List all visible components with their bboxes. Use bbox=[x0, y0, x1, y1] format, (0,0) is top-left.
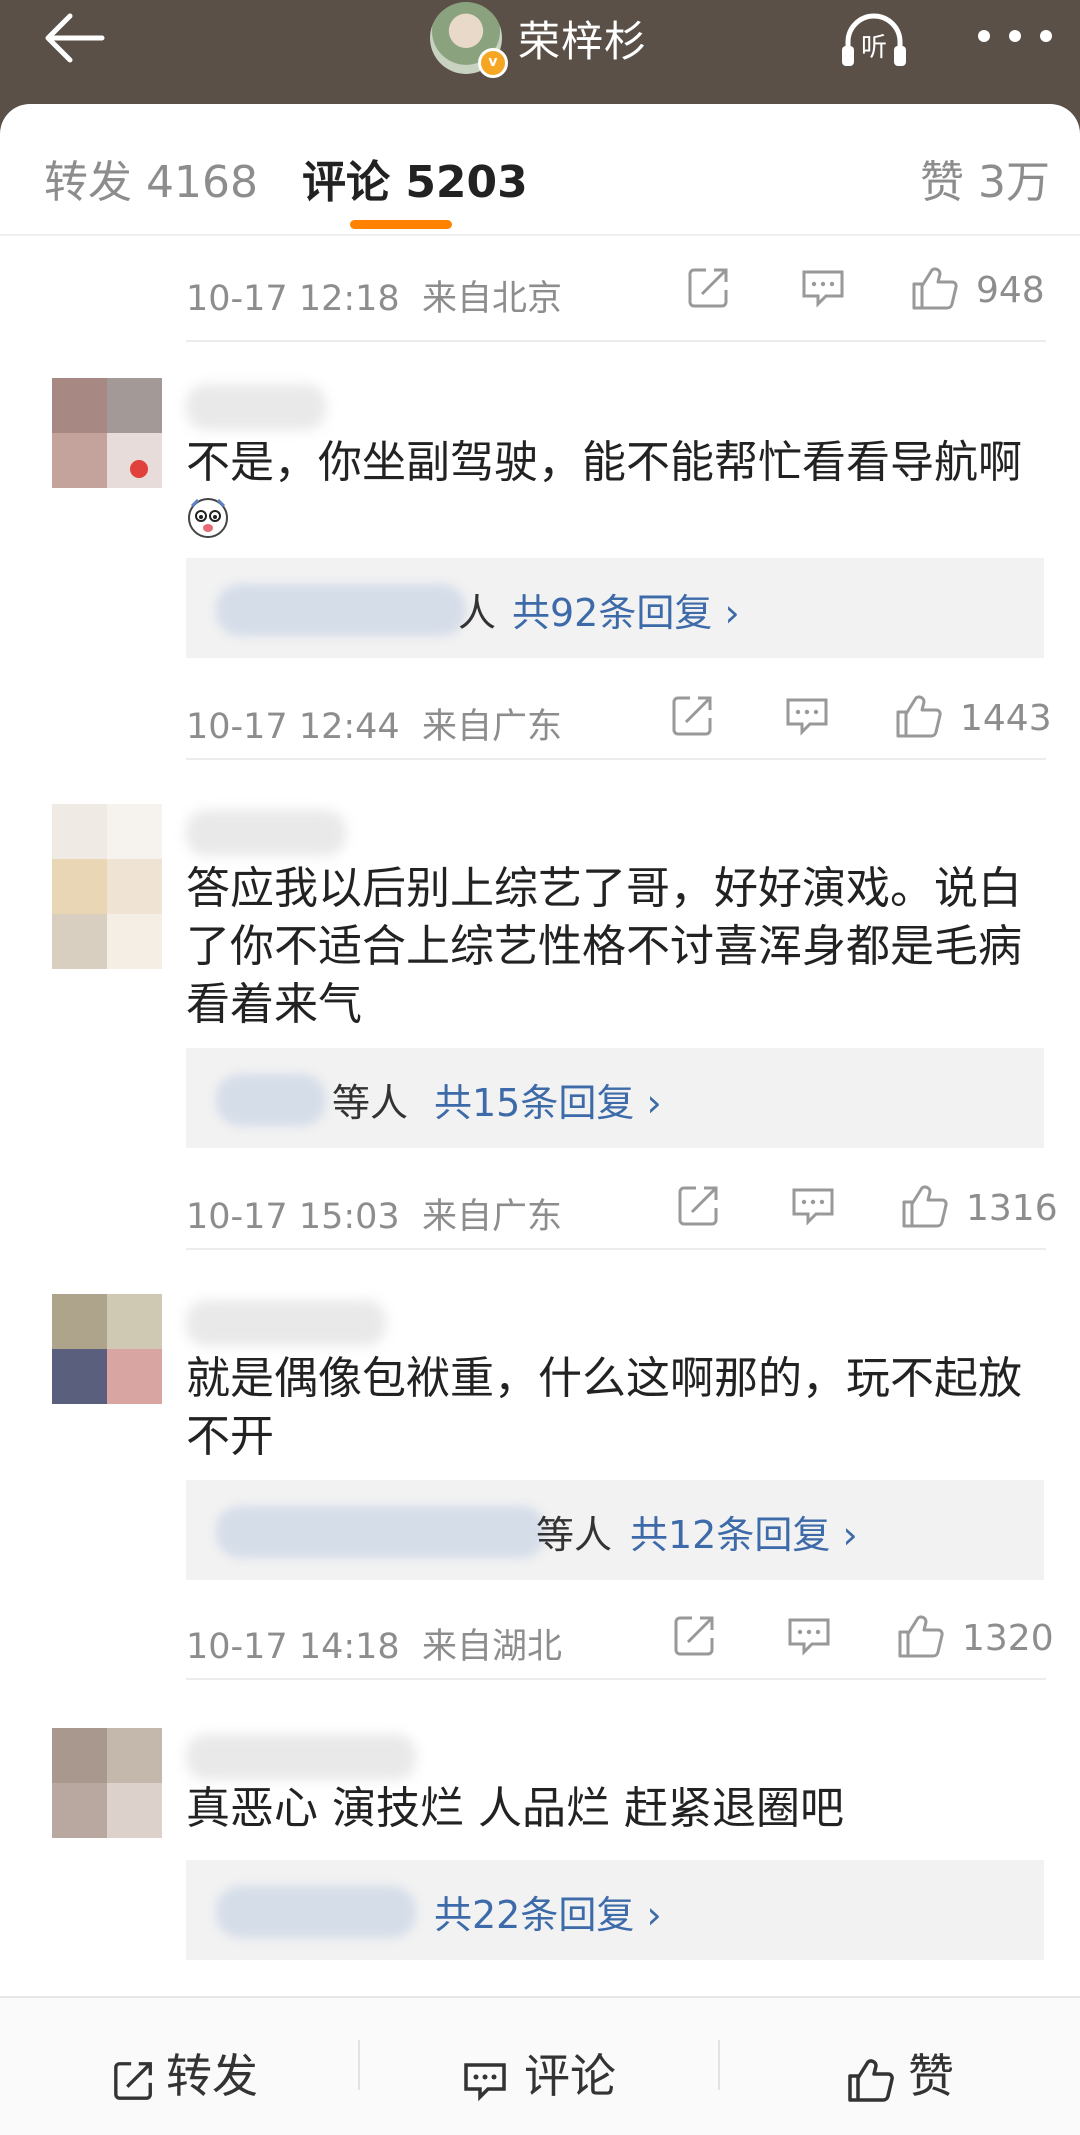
like-action[interactable]: 赞 bbox=[846, 2040, 954, 2106]
divider bbox=[186, 1678, 1046, 1680]
comment-location: 来自广东 bbox=[421, 707, 562, 747]
comment-text: 不是，你坐副驾驶，能不能帮忙看看导航啊 bbox=[186, 437, 1022, 488]
comment-time: 10-17 15:03 bbox=[186, 1197, 400, 1237]
reply-count-text: 共92条回复 bbox=[512, 591, 713, 635]
listen-label: 听 bbox=[861, 33, 887, 63]
comment-meta: 10-17 14:18 来自湖北 bbox=[186, 1618, 562, 1669]
comment-icon[interactable] bbox=[800, 264, 846, 310]
reply-preview[interactable]: 共22条回复 › bbox=[186, 1860, 1044, 1960]
comment-meta: 10-17 12:44 来自广东 bbox=[186, 698, 562, 749]
repost-icon bbox=[114, 2061, 152, 2100]
reply-suffix: 等人 bbox=[332, 1081, 409, 1125]
commenter-name[interactable] bbox=[186, 1300, 386, 1346]
divider bbox=[186, 1248, 1046, 1250]
top-bar: v 荣梓杉 听 bbox=[0, 0, 1080, 110]
reply-preview[interactable]: 等人 共12条回复 › bbox=[186, 1480, 1044, 1580]
like-icon bbox=[848, 2058, 894, 2102]
reply-preview[interactable]: 人 共92条回复 › bbox=[186, 558, 1044, 658]
separator bbox=[718, 2040, 720, 2090]
like-count: 948 bbox=[976, 270, 1045, 311]
reply-names-blurred bbox=[216, 584, 466, 636]
reply-preview[interactable]: 等人 共15条回复 › bbox=[186, 1048, 1044, 1148]
comment-icon bbox=[464, 2062, 506, 2101]
like-icon[interactable] bbox=[896, 1612, 944, 1660]
reply-count-text: 共22条回复 bbox=[434, 1893, 635, 1937]
comment-location: 来自湖北 bbox=[421, 1627, 562, 1667]
comment-icon[interactable] bbox=[790, 1182, 836, 1228]
tab-comments[interactable]: 评论 5203 bbox=[302, 146, 528, 210]
comment-text: 答应我以后别上综艺了哥，好好演戏。说白了你不适合上综艺性格不讨喜浑身都是毛病看着… bbox=[186, 863, 1022, 1030]
comments-panel: 转发 4168 评论 5203 赞 3万 10-17 12:18 来自北京 94… bbox=[0, 104, 1080, 2133]
more-dots-icon[interactable] bbox=[970, 14, 1060, 58]
tab-repost[interactable]: 转发 4168 bbox=[44, 146, 258, 210]
reply-names-blurred bbox=[216, 1886, 416, 1938]
comment-meta: 10-17 12:18 来自北京 bbox=[186, 270, 562, 321]
like-count: 1316 bbox=[966, 1188, 1058, 1229]
tab-bar: 转发 4168 评论 5203 赞 3万 bbox=[0, 104, 1080, 236]
listen-headphone-icon[interactable]: 听 bbox=[838, 10, 910, 70]
like-icon[interactable] bbox=[910, 264, 958, 312]
like-icon[interactable] bbox=[894, 692, 942, 740]
comment-label: 评论 bbox=[524, 2049, 616, 2103]
like-icon[interactable] bbox=[900, 1182, 948, 1230]
commenter-avatar[interactable] bbox=[52, 1728, 162, 1838]
bottom-action-bar: 转发 评论 赞 bbox=[0, 1996, 1080, 2135]
comment-time: 10-17 12:18 bbox=[186, 279, 400, 319]
share-icon[interactable] bbox=[686, 264, 732, 310]
reply-suffix: 等人 bbox=[536, 1513, 613, 1557]
user-badge-icon bbox=[130, 460, 148, 478]
commenter-avatar[interactable] bbox=[52, 804, 162, 914]
like-count: 1443 bbox=[960, 698, 1052, 739]
repost-action[interactable]: 转发 bbox=[112, 2040, 258, 2106]
comment-time: 10-17 14:18 bbox=[186, 1627, 400, 1667]
verified-badge: v bbox=[478, 48, 508, 78]
tab-likes[interactable]: 赞 3万 bbox=[920, 146, 1050, 210]
comment-time: 10-17 12:44 bbox=[186, 707, 400, 747]
reply-names-blurred bbox=[216, 1074, 326, 1126]
repost-label: 转发 bbox=[166, 2049, 258, 2103]
comment-text: 就是偶像包袱重，什么这啊那的，玩不起放不开 bbox=[186, 1353, 1022, 1462]
commenter-name[interactable] bbox=[186, 384, 326, 430]
commenter-avatar-lower bbox=[52, 914, 162, 974]
divider bbox=[186, 758, 1046, 760]
comment-action[interactable]: 评论 bbox=[460, 2040, 616, 2106]
comment-location: 来自广东 bbox=[421, 1197, 562, 1237]
active-tab-indicator bbox=[350, 220, 452, 229]
comment-meta-row: 10-17 12:18 来自北京 948 bbox=[186, 260, 1046, 320]
divider bbox=[186, 340, 1046, 342]
commenter-name[interactable] bbox=[186, 810, 346, 856]
reply-count-link[interactable]: 共15条回复 › bbox=[434, 1072, 662, 1127]
reply-count-link[interactable]: 共22条回复 › bbox=[434, 1884, 662, 1939]
comment-meta: 10-17 15:03 来自广东 bbox=[186, 1188, 562, 1239]
reply-names-blurred bbox=[216, 1506, 546, 1558]
reply-count-link[interactable]: 共92条回复 › bbox=[512, 582, 740, 637]
share-icon[interactable] bbox=[676, 1182, 722, 1228]
back-arrow-icon[interactable] bbox=[40, 8, 120, 68]
comment-meta-row: 10-17 15:03 来自广东 1316 bbox=[186, 1178, 1058, 1239]
commenter-avatar[interactable] bbox=[52, 1294, 162, 1404]
reply-suffix: 人 bbox=[458, 591, 497, 635]
comment-location: 来自北京 bbox=[421, 279, 562, 319]
commenter-name[interactable] bbox=[186, 1734, 416, 1780]
emoji-icon bbox=[188, 498, 228, 538]
comment-meta-row: 10-17 12:44 来自广东 1443 bbox=[186, 688, 1052, 749]
separator bbox=[358, 2040, 360, 2090]
reply-count-text: 共12条回复 bbox=[630, 1513, 831, 1557]
comment-meta-row: 10-17 14:18 来自湖北 1320 bbox=[186, 1608, 1054, 1669]
reply-count-text: 共15条回复 bbox=[434, 1081, 635, 1125]
author-name[interactable]: 荣梓杉 bbox=[518, 8, 647, 69]
share-icon[interactable] bbox=[670, 692, 716, 738]
share-icon[interactable] bbox=[672, 1612, 718, 1658]
comment-icon[interactable] bbox=[784, 692, 830, 738]
reply-count-link[interactable]: 共12条回复 › bbox=[630, 1504, 858, 1559]
comment-icon[interactable] bbox=[786, 1612, 832, 1658]
comment-text: 真恶心 演技烂 人品烂 赶紧退圈吧 bbox=[186, 1783, 844, 1834]
like-count: 1320 bbox=[962, 1618, 1054, 1659]
like-label: 赞 bbox=[908, 2049, 954, 2103]
